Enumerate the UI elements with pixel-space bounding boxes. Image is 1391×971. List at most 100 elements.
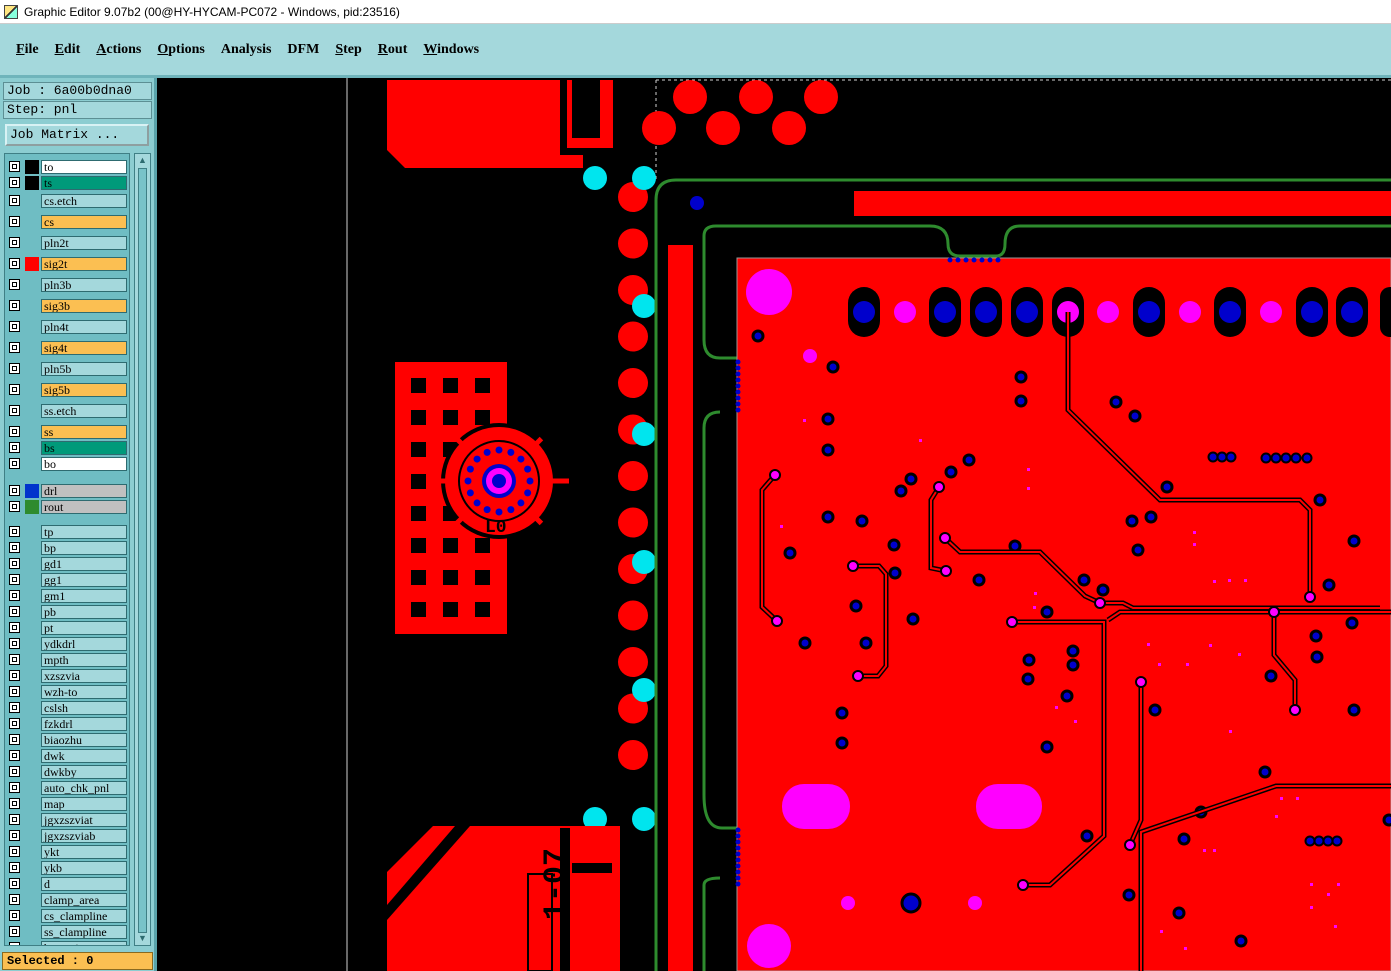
layer-color-swatch[interactable] [25, 160, 39, 174]
layer-row-pln2t[interactable]: pln2t [5, 236, 129, 250]
layer-row-tp[interactable]: tp [5, 525, 129, 539]
layer-name[interactable]: pln5b [41, 362, 127, 376]
menu-file[interactable]: File [8, 42, 47, 58]
layer-name[interactable]: ykb [41, 861, 127, 875]
layer-checkbox[interactable] [9, 878, 20, 889]
layer-name[interactable]: dwk [41, 749, 127, 763]
layer-checkbox[interactable] [9, 363, 20, 374]
layer-checkbox[interactable] [9, 654, 20, 665]
layer-row-sig2t[interactable]: sig2t [5, 257, 129, 271]
layer-row-sig4t[interactable]: sig4t [5, 341, 129, 355]
layer-color-swatch[interactable] [25, 701, 39, 715]
layer-name[interactable]: ts [41, 176, 127, 190]
layer-row-pt[interactable]: pt [5, 621, 129, 635]
layer-row-clamp_area[interactable]: clamp_area [5, 893, 129, 907]
layer-color-swatch[interactable] [25, 278, 39, 292]
layer-checkbox[interactable] [9, 766, 20, 777]
layer-color-swatch[interactable] [25, 685, 39, 699]
layer-name[interactable]: fzkdrl [41, 717, 127, 731]
layer-checkbox[interactable] [9, 638, 20, 649]
layer-color-swatch[interactable] [25, 605, 39, 619]
layer-name[interactable]: tp [41, 525, 127, 539]
layer-name[interactable]: sig4t [41, 341, 127, 355]
layer-name[interactable]: map [41, 797, 127, 811]
layer-color-swatch[interactable] [25, 425, 39, 439]
layer-row-ts[interactable]: ts [5, 176, 129, 190]
layer-name[interactable]: cslsh [41, 701, 127, 715]
layer-color-swatch[interactable] [25, 861, 39, 875]
layer-name[interactable]: xzszvia [41, 669, 127, 683]
graphic-canvas[interactable]: L0 1-07 [157, 78, 1391, 971]
pcb-artwork[interactable]: L0 1-07 [157, 78, 1391, 971]
layer-checkbox[interactable] [9, 177, 20, 188]
layer-row-sig3b[interactable]: sig3b [5, 299, 129, 313]
layer-row-ss[interactable]: ss [5, 425, 129, 439]
layer-checkbox[interactable] [9, 718, 20, 729]
layer-checkbox[interactable] [9, 798, 20, 809]
layer-checkbox[interactable] [9, 926, 20, 937]
layer-color-swatch[interactable] [25, 404, 39, 418]
layer-row-dwkby[interactable]: dwkby [5, 765, 129, 779]
layer-name[interactable]: d [41, 877, 127, 891]
layer-row-ydkdrl[interactable]: ydkdrl [5, 637, 129, 651]
job-matrix-button[interactable]: Job Matrix ... [5, 124, 149, 146]
layer-color-swatch[interactable] [25, 733, 39, 747]
layer-checkbox[interactable] [9, 782, 20, 793]
layer-checkbox[interactable] [9, 830, 20, 841]
layer-color-swatch[interactable] [25, 749, 39, 763]
layer-row-cs[interactable]: cs [5, 215, 129, 229]
layer-name[interactable]: jgxzszviat [41, 813, 127, 827]
layer-checkbox[interactable] [9, 161, 20, 172]
layer-checkbox[interactable] [9, 384, 20, 395]
layer-name[interactable]: ss_clampline [41, 925, 127, 939]
layer-name[interactable]: pln4t [41, 320, 127, 334]
scroll-down-icon[interactable]: ▼ [137, 933, 148, 944]
layer-color-swatch[interactable] [25, 573, 39, 587]
layer-color-swatch[interactable] [25, 176, 39, 190]
layer-checkbox[interactable] [9, 485, 20, 496]
layer-row-cs.etch[interactable]: cs.etch [5, 194, 129, 208]
layer-checkbox[interactable] [9, 442, 20, 453]
layer-row-mpth[interactable]: mpth [5, 653, 129, 667]
layer-checkbox[interactable] [9, 405, 20, 416]
layer-color-swatch[interactable] [25, 236, 39, 250]
layer-row-jgxzszviab[interactable]: jgxzszviab [5, 829, 129, 843]
layer-checkbox[interactable] [9, 458, 20, 469]
layer-name[interactable]: jgxzszviab [41, 829, 127, 843]
layer-color-swatch[interactable] [25, 637, 39, 651]
menu-rout[interactable]: Rout [370, 42, 416, 58]
layer-name[interactable]: pln2t [41, 236, 127, 250]
layer-list-scrollbar[interactable]: ▲ ▼ [134, 153, 151, 946]
layer-color-swatch[interactable] [25, 941, 39, 945]
layer-name[interactable]: bo [41, 457, 127, 471]
layer-color-swatch[interactable] [25, 525, 39, 539]
layer-color-swatch[interactable] [25, 500, 39, 514]
layer-name[interactable]: ss [41, 425, 127, 439]
layer-color-swatch[interactable] [25, 215, 39, 229]
layer-name[interactable]: ss.etch [41, 404, 127, 418]
layer-color-swatch[interactable] [25, 457, 39, 471]
layer-color-swatch[interactable] [25, 829, 39, 843]
layer-color-swatch[interactable] [25, 257, 39, 271]
layer-row-ss_clampline[interactable]: ss_clampline [5, 925, 129, 939]
layer-row-auto_chk_pnl[interactable]: auto_chk_pnl [5, 781, 129, 795]
layer-color-swatch[interactable] [25, 541, 39, 555]
layer-row-jgxzszviat[interactable]: jgxzszviat [5, 813, 129, 827]
menu-step[interactable]: Step [327, 42, 369, 58]
scroll-up-icon[interactable]: ▲ [137, 155, 148, 166]
menu-dfm[interactable]: DFM [279, 42, 327, 58]
layer-checkbox[interactable] [9, 342, 20, 353]
layer-checkbox[interactable] [9, 670, 20, 681]
layer-name[interactable]: cs.etch [41, 194, 127, 208]
layer-checkbox[interactable] [9, 542, 20, 553]
layer-row-cslsh[interactable]: cslsh [5, 701, 129, 715]
layer-row-d[interactable]: d [5, 877, 129, 891]
layer-checkbox[interactable] [9, 910, 20, 921]
layer-name[interactable]: gg1 [41, 573, 127, 587]
layer-color-swatch[interactable] [25, 621, 39, 635]
layer-color-swatch[interactable] [25, 441, 39, 455]
layer-name[interactable]: rout [41, 500, 127, 514]
layer-color-swatch[interactable] [25, 845, 39, 859]
layer-color-swatch[interactable] [25, 669, 39, 683]
layer-color-swatch[interactable] [25, 717, 39, 731]
